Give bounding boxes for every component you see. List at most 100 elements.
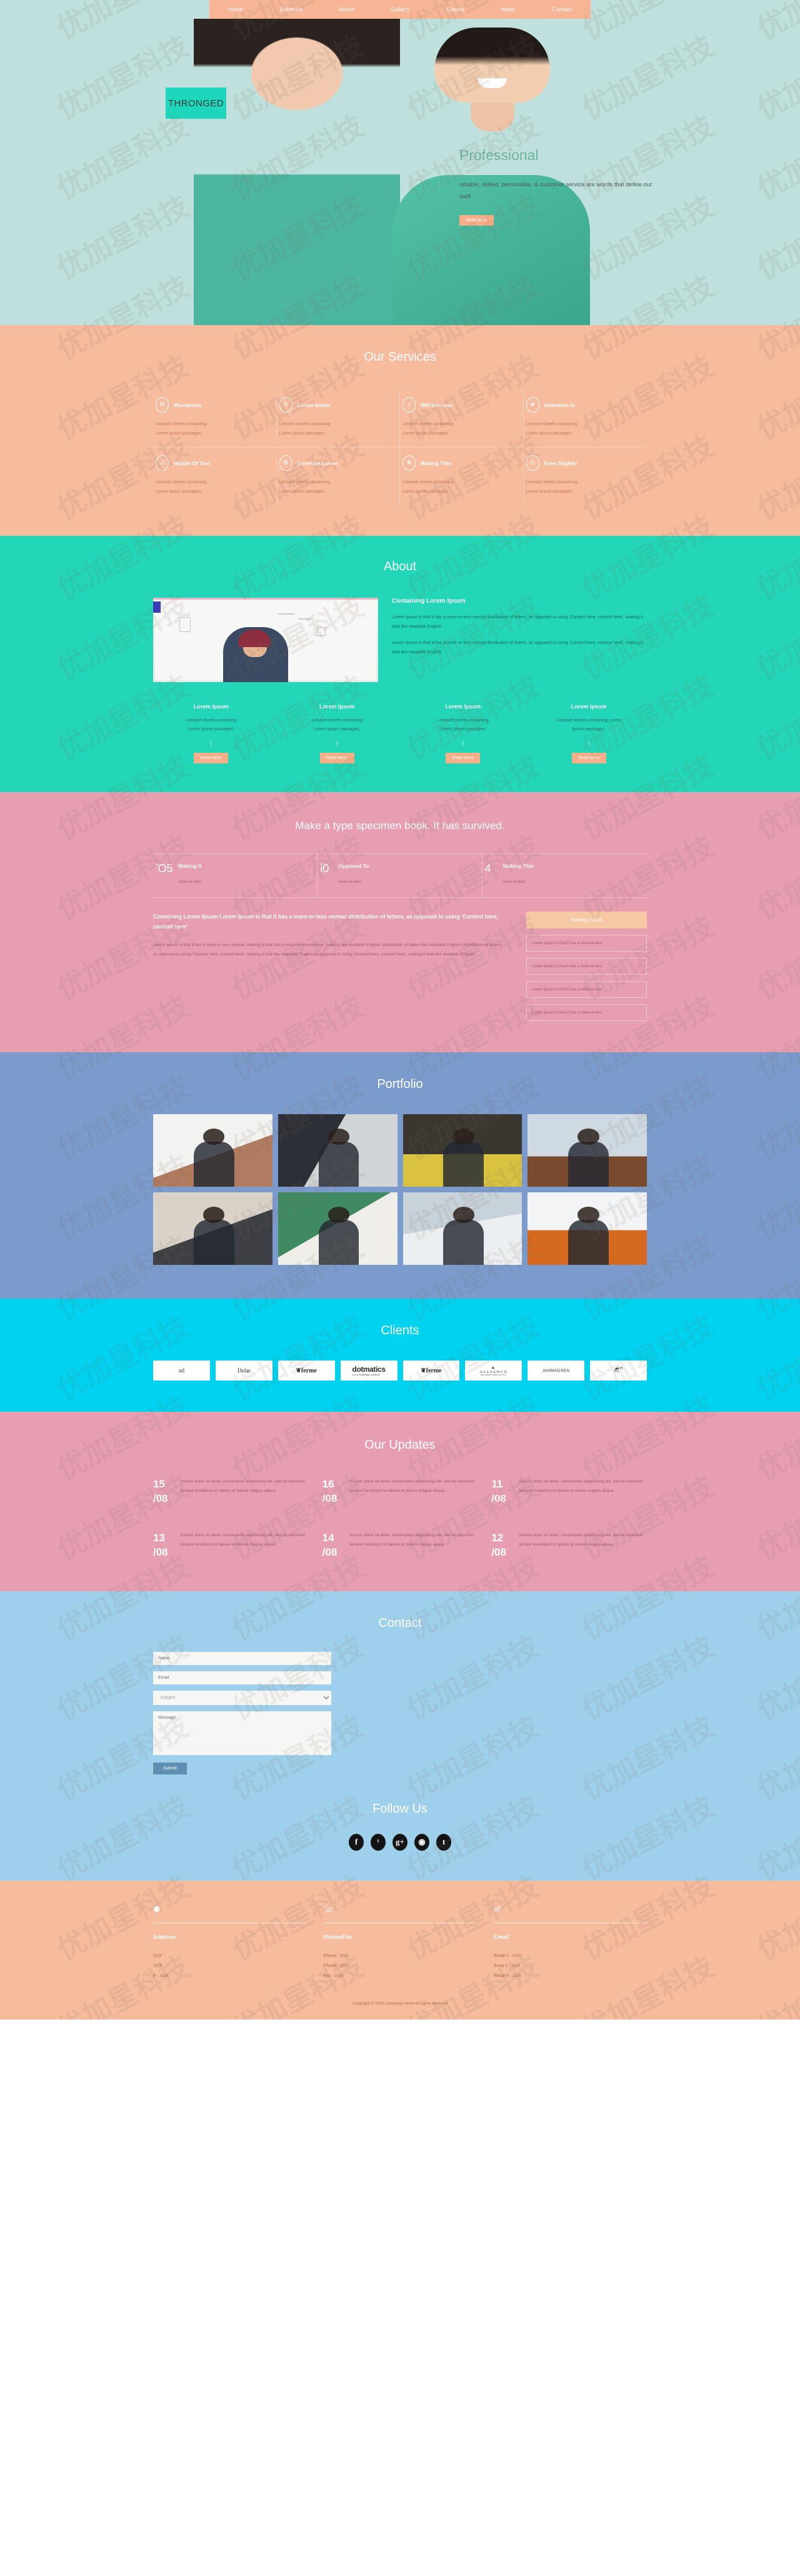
specimen-feature[interactable]: Ὄ5 Making It more-or-less: [153, 854, 318, 897]
service-card[interactable]: ⎙ Even Slightly Letraset sheets containi…: [524, 447, 648, 505]
portfolio-image[interactable]: [278, 1192, 398, 1265]
footer-line: XXX: [153, 1961, 306, 1971]
service-card[interactable]: ♫ Will Uncover Letraset sheets containin…: [400, 390, 524, 447]
footer-column: ☏ Phone/Fax Phone : XXX Phone : XXX Fax : …: [324, 1904, 477, 1981]
portfolio-image[interactable]: [278, 1114, 398, 1187]
nav-item-about[interactable]: About: [339, 6, 354, 13]
service-text: Letraset sheets containing Lorem Ipsum pa…: [526, 420, 639, 438]
hero-paragraph: reliable, skilled, personable, & custome…: [459, 179, 666, 203]
update-item[interactable]: 14/08 Assum dolor sit amet, consectetur …: [322, 1531, 478, 1560]
specimen-feature[interactable]: ὆4 Making This more-or-less: [482, 854, 647, 897]
nav-item-services[interactable]: Services: [280, 6, 302, 13]
client-logo[interactable]: dotmatics ● ● ● knowledge solutions: [341, 1361, 398, 1381]
nav-bar-wrapper: Home Services About Gallery Clients News Conta…: [0, 0, 800, 19]
nav-item-home[interactable]: Home: [228, 6, 243, 13]
gear-icon: ⚙: [279, 455, 292, 471]
about-read-more-button[interactable]: Read More: [320, 753, 354, 763]
footer-columns: ⚉ Address XXX XXX P : XXX ☏ Phone/Fax Phon…: [153, 1904, 647, 1981]
email-input[interactable]: [153, 1671, 331, 1684]
name-input[interactable]: [153, 1652, 331, 1665]
update-item[interactable]: 11/08 Assum dolor sit amet, consectetur …: [491, 1477, 647, 1506]
about-read-more-button[interactable]: Read More: [572, 753, 606, 763]
specimen-features: Ὄ5 Making It more-or-less ἱ0 Opposed To …: [153, 854, 647, 897]
tumblr-icon[interactable]: t: [436, 1834, 451, 1851]
about-column-text: Letraset sheets containing Lorem Ipsum pa…: [153, 717, 269, 735]
clients-logo-row: nd Dolar ❦ferme dotmatics ● ● ● knowledge so…: [153, 1361, 647, 1381]
portfolio-image[interactable]: [403, 1114, 522, 1187]
submit-button[interactable]: Submit: [153, 1763, 187, 1774]
updates-section: Our Updates 15/08 Assum dolor sit amet, …: [0, 1412, 800, 1591]
site-logo[interactable]: THRONGED: [166, 88, 226, 119]
update-text: Assum dolor sit amet, consectetur adipis…: [519, 1477, 647, 1506]
update-item[interactable]: 13/08 Assum dolor sit amet, consectetur …: [153, 1531, 309, 1560]
update-date: 15/08: [153, 1477, 173, 1506]
facebook-icon[interactable]: f: [349, 1834, 364, 1851]
nav-item-gallery[interactable]: Gallery: [391, 6, 409, 13]
message-textarea[interactable]: [153, 1711, 331, 1755]
nav-item-clients[interactable]: Clients: [446, 6, 464, 13]
service-card[interactable]: ❖ Making This Letraset sheets containing…: [400, 447, 524, 505]
service-text: Letraset sheets containing Lorem Ipsum pa…: [279, 420, 391, 438]
wrench-icon: ⚒: [156, 397, 169, 413]
printer-icon: ⎙: [526, 455, 539, 471]
portfolio-image[interactable]: [528, 1114, 647, 1187]
specimen-body-right: Making it look Lorem Ipsum is that it ha…: [526, 912, 647, 1021]
update-text: Assum dolor sit amet, consectetur adipis…: [181, 1531, 309, 1560]
service-card[interactable]: ⚒ Wordpress Letraset sheets containing Lo…: [153, 390, 277, 447]
globe-icon: ἱ0: [320, 863, 332, 886]
music-icon: ♫: [402, 397, 416, 413]
service-card[interactable]: ★ Alteration In Letraset sheets containi…: [524, 390, 648, 447]
specimen-list-item[interactable]: Lorem Ipsum is that it has a more-or-les…: [526, 935, 647, 952]
client-logo[interactable]: ▲ ALLIANCE DOCUMENT SERVICES LLC: [465, 1361, 522, 1381]
update-item[interactable]: 15/08 Assum dolor sit amet, consectetur …: [153, 1477, 309, 1506]
client-logo[interactable]: ◢■ PI PU: [590, 1361, 647, 1381]
about-title: About: [153, 560, 647, 574]
updates-grid: 15/08 Assum dolor sit amet, consectetur …: [153, 1477, 647, 1560]
portfolio-grid: [153, 1114, 647, 1265]
follow-title: Follow Us: [153, 1802, 647, 1816]
google-plus-icon[interactable]: g+: [392, 1834, 408, 1851]
update-date: 13/08: [153, 1531, 173, 1560]
about-column-title: Lorem Ipsum: [531, 703, 648, 710]
hero-heading: Professional: [459, 147, 666, 164]
about-subtitle: Containing Lorem Ipsum: [392, 598, 647, 605]
subject-select[interactable]: Subject: [153, 1691, 331, 1705]
nav-item-contact[interactable]: Contact: [552, 6, 572, 13]
about-columns: Lorem Ipsum Letraset sheets containing Lo…: [153, 703, 647, 763]
page-root: Home Services About Gallery Clients News Conta…: [0, 0, 800, 2020]
hero-read-more-button[interactable]: Read More: [459, 215, 494, 226]
specimen-feature[interactable]: ἱ0 Opposed To more-or-less: [318, 854, 482, 897]
client-logo[interactable]: JANMADSEN: [528, 1361, 584, 1381]
specimen-list-item[interactable]: Lorem Ipsum is that it has a more-or-les…: [526, 958, 647, 975]
portfolio-image[interactable]: [153, 1114, 272, 1187]
instagram-icon[interactable]: ◉: [414, 1834, 429, 1851]
specimen-list-item[interactable]: Lorem Ipsum is that it has a more-or-les…: [526, 1004, 647, 1021]
site-footer: ⚉ Address XXX XXX P : XXX ☏ Phone/Fax Phon…: [0, 1881, 800, 2020]
client-logo[interactable]: ❦ferme: [403, 1361, 460, 1381]
about-read-more-button[interactable]: Read More: [446, 753, 480, 763]
specimen-list-item[interactable]: Lorem Ipsum is that it has a more-or-les…: [526, 981, 647, 998]
twitter-icon[interactable]: ᵗ: [371, 1834, 386, 1851]
nav-item-news[interactable]: News: [501, 6, 515, 13]
portfolio-image[interactable]: [528, 1192, 647, 1265]
service-card[interactable]: ☑ Middle Of Text Letraset sheets contain…: [153, 447, 277, 505]
client-logo[interactable]: ❦ferme: [278, 1361, 335, 1381]
service-title: Wordpress: [174, 402, 201, 408]
client-logo[interactable]: Dolar: [216, 1361, 272, 1381]
about-section: About Containing Lorem Ipsum Lorem Ipsum…: [0, 536, 800, 792]
edit-square-icon: ☑: [156, 455, 169, 471]
portfolio-image[interactable]: [153, 1192, 272, 1265]
specimen-feature-title: Making It: [179, 863, 202, 869]
envelope-icon: ✉: [494, 1904, 647, 1914]
specimen-feature-sub: more-or-less: [503, 880, 526, 884]
service-title: Making This: [421, 460, 451, 466]
services-title: Our Services: [153, 350, 647, 365]
portfolio-image[interactable]: [403, 1192, 522, 1265]
service-card[interactable]: ✎ Lorem Ipsum Letraset sheets containing…: [277, 390, 401, 447]
about-read-more-button[interactable]: Read More: [194, 753, 228, 763]
updates-title: Our Updates: [153, 1438, 647, 1452]
client-logo[interactable]: nd: [153, 1361, 210, 1381]
service-card[interactable]: ⚙ Generate Lorem Letraset sheets contain…: [277, 447, 401, 505]
update-item[interactable]: 12/08 Assum dolor sit amet, consectetur …: [491, 1531, 647, 1560]
update-item[interactable]: 16/08 Assum dolor sit amet, consectetur …: [322, 1477, 478, 1506]
